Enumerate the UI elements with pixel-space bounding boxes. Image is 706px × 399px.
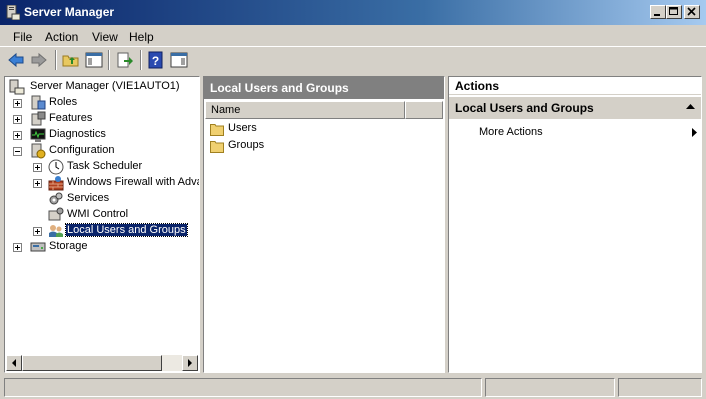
results-pane[interactable]: Local Users and Groups Name Users Groups [203, 76, 445, 373]
action-more-actions[interactable]: More Actions [479, 126, 697, 138]
collapse-up-icon[interactable] [686, 104, 695, 110]
menu-bar: File Action View Help [0, 26, 706, 46]
clock-icon [48, 159, 64, 175]
arrow-left-icon [12, 359, 16, 367]
close-button[interactable] [684, 5, 700, 19]
list-item-label: Users [228, 122, 257, 134]
expand-toggle[interactable] [13, 115, 22, 124]
tree-node-storage[interactable]: Storage [11, 239, 199, 255]
tree-node-root[interactable]: Server Manager (VIE1AUTO1) [9, 79, 199, 95]
toolbar-separator [140, 50, 142, 70]
action-label: More Actions [479, 126, 543, 138]
up-folder-icon[interactable] [62, 51, 80, 69]
maximize-icon [669, 7, 678, 15]
expand-toggle[interactable] [13, 243, 22, 252]
expand-toggle[interactable] [33, 179, 42, 188]
toolbar: ? [0, 46, 706, 74]
close-icon [687, 7, 696, 16]
tree-node-label: Server Manager (VIE1AUTO1) [30, 80, 180, 92]
server-manager-icon [9, 79, 25, 95]
maximize-button[interactable] [666, 5, 682, 19]
expand-toggle[interactable] [33, 227, 42, 236]
tree-node-diagnostics[interactable]: Diagnostics [11, 127, 199, 143]
tree-node-label: Storage [49, 240, 88, 252]
export-list-icon[interactable] [116, 51, 134, 69]
tree-node-roles[interactable]: Roles [11, 95, 199, 111]
tree-node-label: Windows Firewall with Adva [67, 176, 199, 188]
svg-text:?: ? [152, 54, 159, 68]
actions-pane[interactable]: Actions Local Users and Groups More Acti… [448, 76, 702, 373]
scroll-left-button[interactable] [6, 355, 22, 371]
toolbar-separator [55, 50, 57, 70]
console-tree-pane[interactable]: Server Manager (VIE1AUTO1) Roles Feature… [4, 76, 200, 373]
tree-node-label: Services [67, 192, 110, 204]
tree-node-features[interactable]: Features [11, 111, 199, 127]
users-icon [49, 225, 63, 237]
tree-node-windows-firewall[interactable]: Windows Firewall with Adva [31, 175, 199, 191]
folder-icon [210, 141, 224, 153]
menu-file[interactable]: File [13, 30, 32, 44]
toolbar-separator [108, 50, 110, 70]
submenu-arrow-icon [692, 128, 697, 137]
tree-node-label: Diagnostics [49, 128, 106, 140]
tree-horizontal-scrollbar[interactable] [6, 355, 198, 371]
features-icon [31, 111, 46, 126]
actions-section-header[interactable]: Local Users and Groups [449, 97, 701, 119]
tree-node-configuration[interactable]: Configuration [11, 143, 199, 159]
configuration-icon [31, 143, 46, 159]
menu-action[interactable]: Action [45, 30, 78, 44]
window-title: Server Manager [24, 5, 115, 19]
tree-node-label: Features [49, 112, 93, 124]
menu-help[interactable]: Help [129, 30, 154, 44]
storage-icon [30, 242, 46, 252]
status-cell-2 [485, 378, 615, 397]
menu-view[interactable]: View [92, 30, 118, 44]
arrow-right-icon [188, 359, 192, 367]
scroll-right-button[interactable] [182, 355, 198, 371]
forward-arrow-icon[interactable] [30, 51, 48, 69]
list-item-groups[interactable]: Groups [210, 138, 410, 154]
server-manager-icon [6, 5, 20, 20]
minimize-icon [654, 14, 660, 16]
show-hide-tree-icon[interactable] [85, 51, 103, 69]
gears-icon [49, 192, 63, 205]
tree-node-label: Roles [49, 96, 78, 108]
minimize-button[interactable] [650, 5, 666, 19]
tree-node-local-users-and-groups[interactable]: Local Users and Groups [31, 223, 199, 239]
scroll-thumb[interactable] [22, 355, 162, 371]
column-header-empty[interactable] [405, 101, 443, 119]
roles-icon [31, 95, 46, 110]
list-item-users[interactable]: Users [210, 121, 410, 137]
title-bar[interactable]: Server Manager [0, 0, 706, 25]
actions-section-label: Local Users and Groups [455, 101, 594, 115]
status-cell-3 [618, 378, 702, 397]
tree-node-task-scheduler[interactable]: Task Scheduler [31, 159, 199, 175]
firewall-icon [48, 176, 64, 191]
collapse-toggle[interactable] [13, 147, 22, 156]
expand-toggle[interactable] [13, 99, 22, 108]
wmi-icon [48, 207, 64, 221]
tree-node-label: Task Scheduler [67, 160, 143, 172]
tree-node-label: Configuration [49, 144, 115, 156]
list-item-label: Groups [228, 139, 265, 151]
tree-node-label: Local Users and Groups [65, 223, 188, 237]
results-pane-header: Local Users and Groups [204, 77, 444, 99]
back-arrow-icon[interactable] [7, 51, 25, 69]
column-header-name[interactable]: Name [205, 101, 405, 119]
diagnostics-icon [30, 128, 46, 142]
status-bar [0, 376, 706, 399]
expand-toggle[interactable] [13, 131, 22, 140]
show-hide-action-pane-icon[interactable] [170, 51, 188, 69]
tree-node-wmi-control[interactable]: WMI Control [31, 207, 199, 223]
help-icon[interactable]: ? [147, 51, 165, 69]
tree-node-services[interactable]: Services [31, 191, 199, 207]
actions-title: Actions [449, 77, 701, 95]
tree-node-label: WMI Control [67, 208, 129, 220]
status-cell-main [4, 378, 482, 397]
expand-toggle[interactable] [33, 163, 42, 172]
folder-icon [210, 124, 224, 136]
